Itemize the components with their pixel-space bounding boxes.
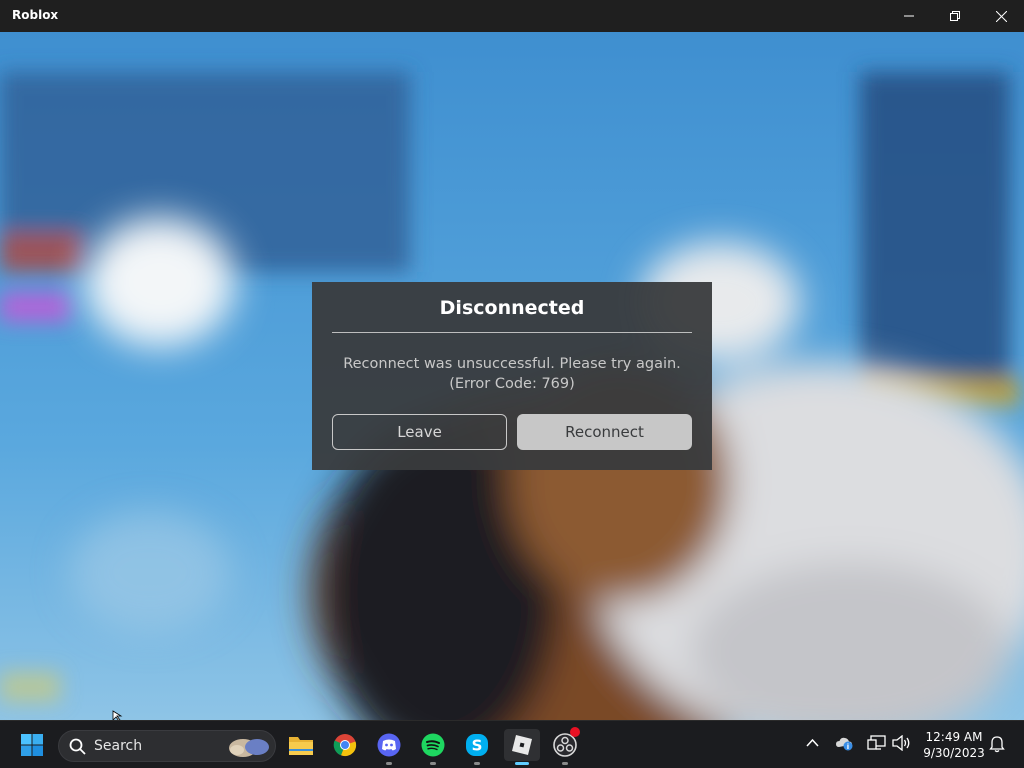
notification-bell-icon[interactable]	[989, 735, 1005, 753]
error-code-text: (Error Code: 769)	[449, 376, 575, 392]
dialog-message-line1: Reconnect was unsuccessful. Please try a…	[343, 356, 681, 372]
reconnect-button[interactable]: Reconnect	[517, 414, 692, 450]
svg-text:i: i	[847, 743, 849, 751]
window-titlebar: Roblox	[0, 0, 1024, 32]
taskbar-app-roblox[interactable]	[504, 729, 540, 765]
volume-icon[interactable]	[892, 735, 911, 751]
taskbar-clock[interactable]: 12:49 AM 9/30/2023	[918, 729, 990, 761]
chrome-icon	[333, 734, 357, 757]
restore-button[interactable]	[932, 0, 978, 32]
taskbar-app-chrome[interactable]	[329, 729, 361, 761]
game-viewport[interactable]: Disconnected Reconnect was unsuccessful.…	[0, 32, 1024, 720]
mouse-cursor-icon	[112, 710, 123, 720]
start-icon	[21, 734, 43, 756]
taskbar: Search S i 12:49 AM 9/30/2023	[0, 720, 1024, 768]
taskbar-app-discord[interactable]	[373, 729, 405, 765]
taskbar-app-file-explorer[interactable]	[285, 729, 317, 761]
active-indicator	[515, 762, 529, 765]
disconnected-dialog: Disconnected Reconnect was unsuccessful.…	[312, 282, 712, 470]
taskbar-app-skype[interactable]: S	[461, 729, 493, 765]
clock-date: 9/30/2023	[923, 746, 985, 760]
dialog-message: Reconnect was unsuccessful. Please try a…	[312, 354, 712, 394]
onedrive-icon[interactable]: i	[835, 735, 855, 751]
start-button[interactable]	[16, 729, 48, 761]
running-indicator	[386, 762, 392, 765]
clock-time: 12:49 AM	[925, 730, 983, 744]
search-label: Search	[94, 738, 143, 754]
file-explorer-icon	[289, 737, 313, 755]
discord-icon	[377, 733, 401, 757]
spotify-icon	[421, 733, 445, 757]
taskbar-app-spotify[interactable]	[417, 729, 449, 765]
taskbar-search-box[interactable]: Search	[58, 730, 276, 762]
network-icon[interactable]	[867, 735, 886, 751]
notification-badge	[570, 727, 580, 737]
close-button[interactable]	[978, 0, 1024, 32]
running-indicator	[430, 762, 436, 765]
svg-text:S: S	[472, 737, 483, 755]
window-title: Roblox	[12, 8, 59, 22]
restore-icon	[950, 11, 960, 21]
roblox-icon	[512, 735, 532, 755]
leave-button[interactable]: Leave	[332, 414, 507, 450]
minimize-icon	[904, 15, 914, 17]
running-indicator	[474, 762, 480, 765]
close-icon	[995, 10, 1007, 22]
minimize-button[interactable]	[886, 0, 932, 32]
chevron-up-icon[interactable]	[806, 738, 819, 747]
search-highlight-illustration-icon	[229, 739, 269, 757]
skype-icon: S	[466, 734, 488, 756]
dialog-divider	[332, 332, 692, 333]
dialog-title: Disconnected	[439, 297, 585, 319]
running-indicator	[562, 762, 568, 765]
search-icon	[69, 738, 86, 755]
taskbar-app-obs[interactable]	[549, 727, 581, 765]
